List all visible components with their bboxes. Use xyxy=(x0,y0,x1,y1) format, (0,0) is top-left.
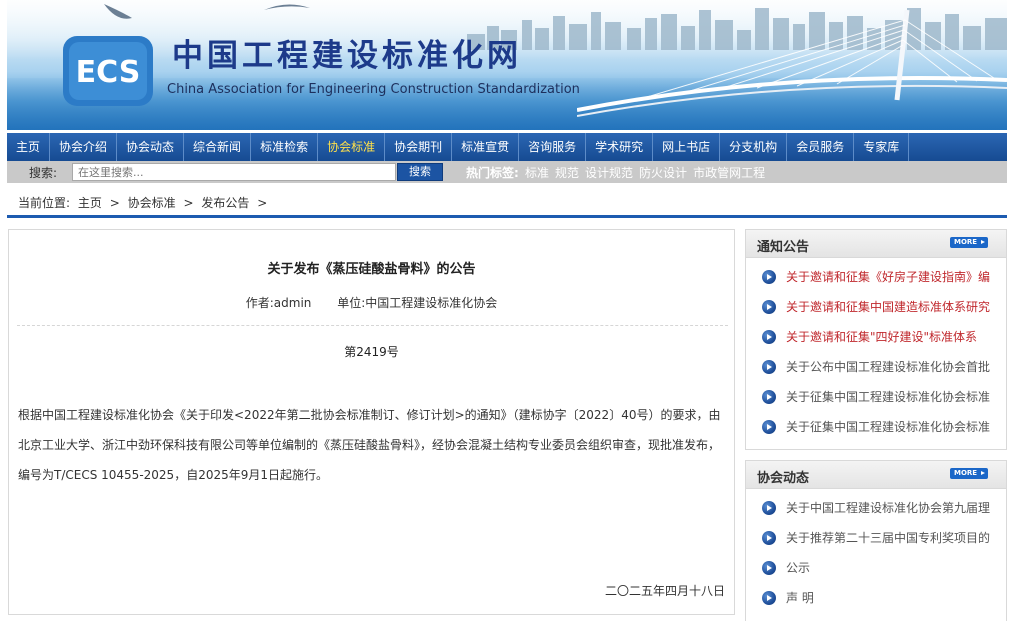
search-bar: 搜索: 搜索 热门标签: 标准规范设计规范防火设计市政管网工程 xyxy=(7,161,1007,183)
breadcrumb-announcements[interactable]: 发布公告 xyxy=(201,196,249,210)
breadcrumb-association-standards[interactable]: 协会标准 xyxy=(128,196,176,210)
hot-tags-label: 热门标签: xyxy=(466,166,519,180)
article-divider xyxy=(17,325,728,326)
list-item[interactable]: 关于推荐第二十三届中国专利奖项目的 xyxy=(746,523,1006,553)
nav-item[interactable]: 标准检索 xyxy=(251,133,319,161)
list-item[interactable]: 关于征集中国工程建设标准化协会标准 xyxy=(746,382,1006,412)
news-panel-title: 协会动态 xyxy=(757,471,810,486)
hot-tag[interactable]: 规范 xyxy=(555,164,579,181)
list-item-label: 关于征集中国工程建设标准化协会标准 xyxy=(786,420,991,434)
breadcrumb-separator: > xyxy=(183,196,194,210)
hot-tag[interactable]: 标准 xyxy=(525,164,549,181)
nav-item[interactable]: 专家库 xyxy=(854,133,910,161)
list-item-label: 关于邀请和征集"四好建设"标准体系 xyxy=(786,330,978,344)
list-item-label: 公示 xyxy=(786,561,811,575)
article-body: 根据中国工程建设标准化协会《关于印发<2022年第二批协会标准制订、修订计划>的… xyxy=(18,408,721,482)
seagull-graphic xyxy=(104,4,132,19)
hot-tag[interactable]: 市政管网工程 xyxy=(693,164,765,181)
nav-item[interactable]: 主页 xyxy=(7,133,51,161)
search-input[interactable] xyxy=(72,163,396,181)
article-number: 第2419号 xyxy=(344,345,399,359)
list-item[interactable]: 关于公布中国工程建设标准化协会首批 xyxy=(746,352,1006,382)
list-item-label: 关于推荐第二十三届中国专利奖项目的 xyxy=(786,531,991,545)
bridge-graphic xyxy=(577,10,1007,117)
news-more-button[interactable]: MORE xyxy=(950,468,988,479)
site-title-cn: 中国工程建设标准化网 xyxy=(172,38,522,74)
hot-tag[interactable]: 设计规范 xyxy=(585,164,633,181)
notice-panel-title: 通知公告 xyxy=(757,240,810,255)
breadcrumb: 当前位置: 主页 > 协会标准 > 发布公告 > xyxy=(18,194,271,211)
list-item[interactable]: 公示 xyxy=(746,553,1006,583)
news-list: 关于中国工程建设标准化协会第九届理 关于推荐第二十三届中国专利奖项目的 公示声 明 xyxy=(746,489,1006,613)
list-item[interactable]: 关于中国工程建设标准化协会第九届理 xyxy=(746,493,1006,523)
ecs-logo[interactable]: ECS xyxy=(55,30,160,110)
article-unit: 单位:中国工程建设标准化协会 xyxy=(337,296,498,310)
article-meta: 作者:admin 单位:中国工程建设标准化协会 xyxy=(9,294,734,311)
arrow-bullet-icon xyxy=(762,360,776,374)
arrow-bullet-icon xyxy=(762,420,776,434)
list-item[interactable]: 声 明 xyxy=(746,583,1006,613)
nav-item[interactable]: 协会动态 xyxy=(117,133,185,161)
nav-item[interactable]: 协会期刊 xyxy=(385,133,453,161)
list-item-label: 关于邀请和征集《好房子建设指南》编 xyxy=(786,270,991,284)
nav-item[interactable]: 综合新闻 xyxy=(184,133,252,161)
breadcrumb-prefix: 当前位置: xyxy=(18,196,71,210)
article-title: 关于发布《蒸压硅酸盐骨料》的公告 xyxy=(267,262,476,277)
notice-panel: 通知公告 MORE 关于邀请和征集《好房子建设指南》编 关于邀请和征集中国建造标准… xyxy=(745,229,1007,450)
nav-item[interactable]: 学术研究 xyxy=(586,133,654,161)
notice-more-button[interactable]: MORE xyxy=(950,237,988,248)
breadcrumb-separator: > xyxy=(109,196,120,210)
list-item-label: 关于征集中国工程建设标准化协会标准 xyxy=(786,390,991,404)
breadcrumb-home[interactable]: 主页 xyxy=(78,196,102,210)
news-panel-header: 协会动态 MORE xyxy=(746,461,1006,489)
list-item[interactable]: 关于邀请和征集"四好建设"标准体系 xyxy=(746,322,1006,352)
article-date: 二〇二五年四月十八日 xyxy=(604,584,725,598)
breadcrumb-separator: > xyxy=(257,196,268,210)
list-item-label: 关于邀请和征集中国建造标准体系研究 xyxy=(786,300,991,314)
nav-item[interactable]: 会员服务 xyxy=(787,133,855,161)
article-author: 作者:admin xyxy=(245,296,312,310)
hot-tags: 标准 规范 设计规范 防火设计 市政管网工程 xyxy=(525,164,765,181)
nav-item[interactable]: 网上书店 xyxy=(653,133,721,161)
list-item[interactable]: 关于邀请和征集《好房子建设指南》编 xyxy=(746,262,1006,292)
nav-item[interactable]: 标准宣贯 xyxy=(452,133,520,161)
arrow-bullet-icon xyxy=(762,300,776,314)
hot-tag[interactable]: 防火设计 xyxy=(639,164,687,181)
arrow-bullet-icon xyxy=(762,390,776,404)
notice-panel-header: 通知公告 MORE xyxy=(746,230,1006,258)
main-nav: 主页 协会介绍 协会动态 综合新闻 标准检索 协会标准 协会期刊 标准宣贯 咨询服务 学术研究 网上… xyxy=(7,133,1007,161)
arrow-bullet-icon xyxy=(762,501,776,515)
site-title-en: China Association for Engineering Constr… xyxy=(167,82,580,97)
nav-item[interactable]: 协会标准 xyxy=(318,133,386,161)
nav-item[interactable]: 协会介绍 xyxy=(50,133,118,161)
search-label: 搜索: xyxy=(29,166,58,180)
nav-item[interactable]: 咨询服务 xyxy=(519,133,587,161)
list-item-label: 关于公布中国工程建设标准化协会首批 xyxy=(786,360,991,374)
seagull-graphic-2 xyxy=(264,4,310,10)
arrow-bullet-icon xyxy=(762,270,776,284)
arrow-bullet-icon xyxy=(762,330,776,344)
notice-list: 关于邀请和征集《好房子建设指南》编 关于邀请和征集中国建造标准体系研究 关于邀请和征… xyxy=(746,258,1006,442)
logo-text: ECS xyxy=(76,55,141,90)
news-panel: 协会动态 MORE 关于中国工程建设标准化协会第九届理 关于推荐第二十三届中国专利… xyxy=(745,460,1007,621)
arrow-bullet-icon xyxy=(762,591,776,605)
search-button[interactable]: 搜索 xyxy=(397,163,443,181)
list-item[interactable]: 关于邀请和征集中国建造标准体系研究 xyxy=(746,292,1006,322)
list-item-label: 声 明 xyxy=(786,591,814,605)
nav-item[interactable]: 分支机构 xyxy=(720,133,788,161)
list-item-label: 关于中国工程建设标准化协会第九届理 xyxy=(786,501,991,515)
breadcrumb-divider xyxy=(7,215,1007,218)
site-banner: ECS 中国工程建设标准化网 China Association for Eng… xyxy=(7,0,1007,130)
article-panel: 关于发布《蒸压硅酸盐骨料》的公告 作者:admin 单位:中国工程建设标准化协会… xyxy=(8,229,735,615)
list-item[interactable]: 关于征集中国工程建设标准化协会标准 xyxy=(746,412,1006,442)
arrow-bullet-icon xyxy=(762,561,776,575)
arrow-bullet-icon xyxy=(762,531,776,545)
